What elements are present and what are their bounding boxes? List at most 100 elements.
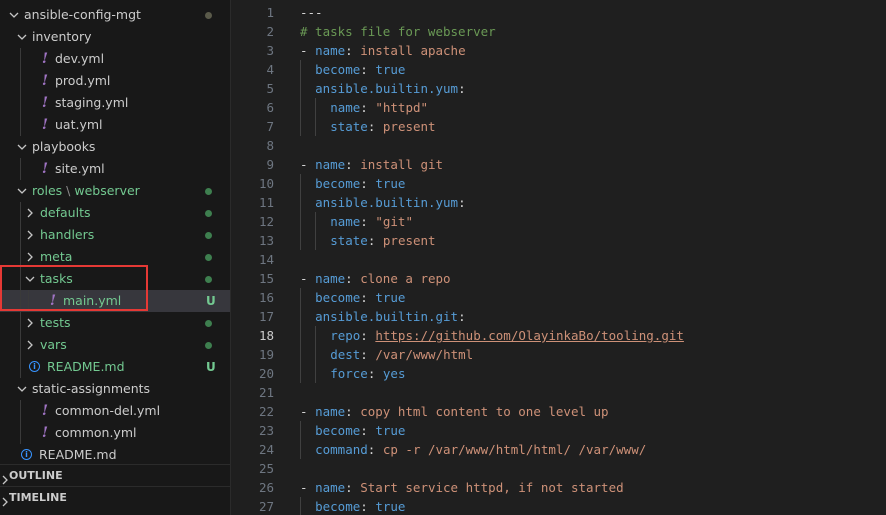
file-readme-md[interactable]: i README.md: [0, 444, 230, 466]
yaml-file-icon: !: [41, 403, 49, 419]
file-uat-yml[interactable]: ! uat.yml: [0, 114, 230, 136]
line-number: 8: [266, 138, 274, 153]
chevron-right-icon[interactable]: [24, 334, 36, 356]
code-line[interactable]: 19 dest: /var/www/html: [231, 345, 886, 364]
code-line[interactable]: 24 command: cp -r /var/www/html/html/ /va…: [231, 440, 886, 459]
file-common-yml[interactable]: ! common.yml: [0, 422, 230, 444]
tree-item-text: handlers: [40, 227, 95, 242]
file-prod-yml[interactable]: ! prod.yml: [0, 70, 230, 92]
yaml-value: present: [382, 119, 436, 134]
tree-item-text: site.yml: [55, 161, 105, 176]
folder-meta[interactable]: meta: [0, 246, 230, 268]
code-line[interactable]: 21: [231, 383, 886, 402]
indent-guide: [20, 158, 21, 180]
yaml-key: ansible.builtin.yum: [315, 195, 459, 210]
outline-section[interactable]: OUTLINE: [0, 464, 230, 486]
folder-static-assignments[interactable]: static-assignments: [0, 378, 230, 400]
folder-defaults[interactable]: defaults: [0, 202, 230, 224]
chevron-right-icon[interactable]: [24, 224, 36, 246]
indent-guide: [300, 117, 301, 136]
code-line[interactable]: 8: [231, 136, 886, 155]
chevron-down-icon[interactable]: [16, 180, 28, 202]
chevron-down-icon[interactable]: [16, 378, 28, 400]
code-line[interactable]: 15 - name: clone a repo: [231, 269, 886, 288]
folder-playbooks[interactable]: playbooks: [0, 136, 230, 158]
code-line[interactable]: 16 become: true: [231, 288, 886, 307]
file-dev-yml[interactable]: ! dev.yml: [0, 48, 230, 70]
code-line[interactable]: 18 repo: https://github.com/OlayinkaBo/to…: [231, 326, 886, 345]
tree-item-text: vars: [40, 337, 67, 352]
code-line[interactable]: 2 # tasks file for webserver: [231, 22, 886, 41]
folder-vars[interactable]: vars: [0, 334, 230, 356]
chevron-right-icon[interactable]: [24, 202, 36, 224]
line-text: repo: https://github.com/OlayinkaBo/tool…: [330, 326, 684, 345]
tree-item-text: meta: [40, 249, 73, 264]
folder-tests[interactable]: tests: [0, 312, 230, 334]
code-line[interactable]: 3 - name: install apache: [231, 41, 886, 60]
code-line[interactable]: 4 become: true: [231, 60, 886, 79]
code-editor[interactable]: 1 --- 2 # tasks file for webserver 3- name: …: [231, 0, 886, 515]
chevron-down-icon[interactable]: [16, 26, 28, 48]
timeline-section[interactable]: TIMELINE: [0, 486, 230, 508]
code-line[interactable]: 14: [231, 250, 886, 269]
indent-guide: [20, 312, 21, 334]
chevron-down-icon[interactable]: [8, 4, 20, 26]
code-line[interactable]: 11 ansible.builtin.yum:: [231, 193, 886, 212]
file-staging-yml[interactable]: ! staging.yml: [0, 92, 230, 114]
code-line[interactable]: 26 - name: Start service httpd, if not st…: [231, 478, 886, 497]
indent-guide: [300, 440, 301, 459]
punctuation: :: [367, 366, 383, 381]
line-number: 15: [258, 271, 274, 286]
folder-handlers[interactable]: handlers: [0, 224, 230, 246]
folder-tasks[interactable]: tasks: [0, 268, 230, 290]
yaml-key: repo: [330, 328, 361, 343]
chevron-down-icon[interactable]: [16, 136, 28, 158]
yaml-value: Start service httpd, if not started: [360, 480, 624, 495]
yaml-value: "httpd": [375, 100, 429, 115]
code-line[interactable]: 9 - name: install git: [231, 155, 886, 174]
line-number: 14: [258, 252, 274, 267]
yaml-key: state: [330, 233, 368, 248]
code-line[interactable]: 12 name: "git": [231, 212, 886, 231]
folder-ansible-config-mgt[interactable]: ansible-config-mgt: [0, 4, 230, 26]
folder-inventory[interactable]: inventory: [0, 26, 230, 48]
yaml-key: ansible.builtin.yum: [315, 81, 459, 96]
yaml-key: become: [315, 290, 361, 305]
punctuation: :: [345, 480, 361, 495]
code-line[interactable]: 7 state: present: [231, 117, 886, 136]
code-line[interactable]: 1 ---: [231, 3, 886, 22]
code-line[interactable]: 27 become: true: [231, 497, 886, 515]
code-line[interactable]: 10 become: true: [231, 174, 886, 193]
file-site-yml[interactable]: ! site.yml: [0, 158, 230, 180]
code-line[interactable]: 13 state: present: [231, 231, 886, 250]
folder-roles[interactable]: roles \ webserver: [0, 180, 230, 202]
indent-guide: [300, 364, 301, 383]
outline-label: OUTLINE: [9, 469, 63, 482]
chevron-right-icon[interactable]: [24, 246, 36, 268]
indent-guide: [20, 224, 21, 246]
chevron-down-icon[interactable]: [24, 268, 36, 290]
file-main-yml[interactable]: ! main.yml U: [0, 290, 230, 312]
file-readme-md[interactable]: i README.md U: [0, 356, 230, 378]
code-line[interactable]: 6 name: "httpd": [231, 98, 886, 117]
yaml-value[interactable]: https://github.com/OlayinkaBo/tooling.gi…: [375, 328, 684, 343]
tree-item-label: site.yml: [55, 158, 105, 180]
line-text: # tasks file for webserver: [300, 22, 496, 41]
indent-guide: [300, 326, 301, 345]
code-line[interactable]: 23 become: true: [231, 421, 886, 440]
line-number: 1: [266, 5, 274, 20]
yaml-key: become: [315, 423, 361, 438]
code-line[interactable]: 5 ansible.builtin.yum:: [231, 79, 886, 98]
code-line[interactable]: 17 ansible.builtin.git:: [231, 307, 886, 326]
line-number: 2: [266, 24, 274, 39]
file-common-del-yml[interactable]: ! common-del.yml: [0, 400, 230, 422]
code-line[interactable]: 20 force: yes: [231, 364, 886, 383]
punctuation: -: [300, 480, 316, 495]
indent-guide: [300, 193, 301, 212]
line-number: 4: [266, 62, 274, 77]
line-number: 11: [258, 195, 274, 210]
chevron-right-icon[interactable]: [24, 312, 36, 334]
code-line[interactable]: 22 - name: copy html content to one level…: [231, 402, 886, 421]
yaml-value: install apache: [360, 43, 466, 58]
code-line[interactable]: 25: [231, 459, 886, 478]
